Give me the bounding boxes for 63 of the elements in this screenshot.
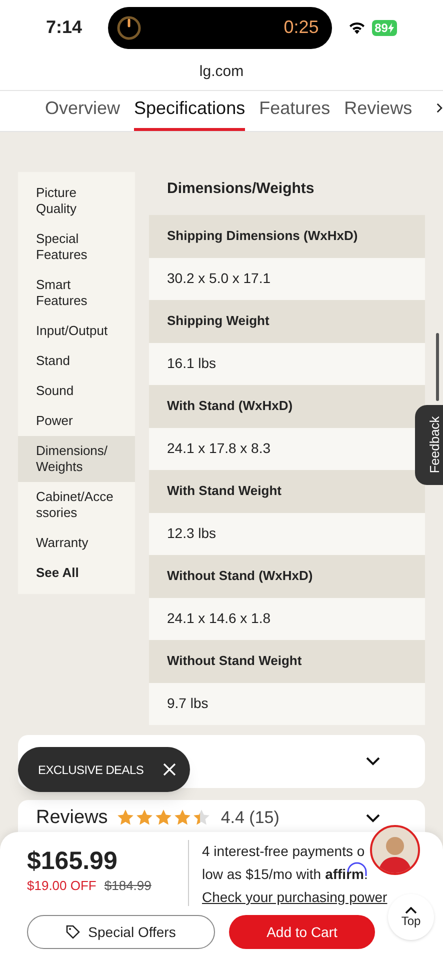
purchasing-power-link[interactable]: Check your purchasing power	[202, 889, 388, 905]
reviews-title: Reviews	[36, 806, 108, 828]
spec-nav-item[interactable]: Sound	[18, 376, 135, 406]
chevron-up-icon	[405, 906, 417, 914]
close-icon[interactable]	[163, 763, 176, 776]
old-price: $184.99	[104, 877, 152, 895]
spec-nav-item[interactable]: Power	[18, 406, 135, 436]
period-text: .	[364, 865, 368, 884]
spec-nav-item[interactable]: See All	[18, 558, 135, 588]
section-tab[interactable]: Overview	[45, 97, 120, 131]
spec-label: With Stand (WxHxD)	[149, 384, 425, 428]
wifi-icon	[348, 20, 366, 34]
discount-text: $19.00 OFF	[27, 877, 96, 895]
spec-value: 16.1 lbs	[149, 342, 425, 384]
star-icon	[116, 808, 135, 826]
spec-value: 24.1 x 14.6 x 1.8	[149, 598, 425, 640]
spec-nav-item[interactable]: Cabinet/Acce ssories	[18, 482, 135, 528]
star-icon	[172, 808, 192, 826]
spec-label: Shipping Dimensions (WxHxD)	[149, 214, 425, 258]
clock-time: 7:14	[46, 16, 82, 39]
spec-nav-item[interactable]: Input/Output	[18, 316, 135, 346]
spec-nav-item[interactable]: Picture Quality	[18, 178, 135, 224]
spec-label: Without Stand (WxHxD)	[149, 554, 425, 598]
star-icon	[134, 808, 154, 826]
spec-label: Without Stand Weight	[149, 640, 425, 682]
top-label: Top	[401, 914, 421, 928]
spec-nav-item[interactable]: Stand	[18, 346, 135, 376]
spec-label: Shipping Weight	[149, 300, 425, 342]
feedback-tab[interactable]: Feedback	[415, 405, 443, 485]
financing-text: low as $15/mo with	[202, 865, 322, 884]
star-icon	[154, 808, 173, 826]
feedback-label: Feedback	[426, 416, 443, 474]
timer-text: 0:25	[284, 16, 319, 39]
spec-nav-item[interactable]: Smart Features	[18, 270, 135, 316]
price: $165.99	[27, 846, 118, 876]
section-tab[interactable]: Specifications	[134, 97, 246, 131]
spec-nav-item[interactable]: Dimensions/ Weights	[18, 436, 135, 482]
chevron-down-icon[interactable]	[366, 756, 380, 766]
rating-text: 4.4 (15)	[220, 806, 280, 828]
star-icon	[192, 808, 211, 826]
chevron-right-icon[interactable]	[436, 101, 443, 115]
tag-icon	[66, 925, 80, 939]
chevron-down-icon[interactable]	[366, 814, 380, 822]
affirm-logo: affirm	[325, 863, 364, 886]
spec-nav-item[interactable]: Warranty	[18, 528, 135, 558]
spec-label: With Stand Weight	[149, 470, 425, 512]
reviews-card[interactable]: Reviews 4.4 (15)	[18, 800, 425, 832]
section-title: Dimensions/Weights	[166, 179, 316, 199]
battery-indicator: 89	[372, 20, 397, 36]
timer-icon	[116, 14, 142, 40]
spec-nav-item[interactable]: Special Features	[18, 224, 135, 270]
section-tab[interactable]: Features	[259, 97, 330, 131]
section-tab[interactable]: Reviews	[344, 97, 412, 131]
url-text[interactable]: lg.com	[199, 61, 244, 84]
spec-value: 9.7 lbs	[149, 682, 425, 724]
spec-value: 12.3 lbs	[149, 512, 425, 554]
scroll-bar	[436, 333, 439, 401]
financing-text: 4 interest-free payments o	[202, 842, 366, 861]
spec-value: 30.2 x 5.0 x 17.1	[149, 258, 425, 300]
exclusive-deals-toast[interactable]: EXCLUSIVE DEALS	[18, 747, 190, 792]
special-offers-button[interactable]: Special Offers	[27, 915, 215, 949]
add-to-cart-button[interactable]: Add to Cart	[229, 915, 375, 949]
deals-label: EXCLUSIVE DEALS	[38, 762, 144, 778]
